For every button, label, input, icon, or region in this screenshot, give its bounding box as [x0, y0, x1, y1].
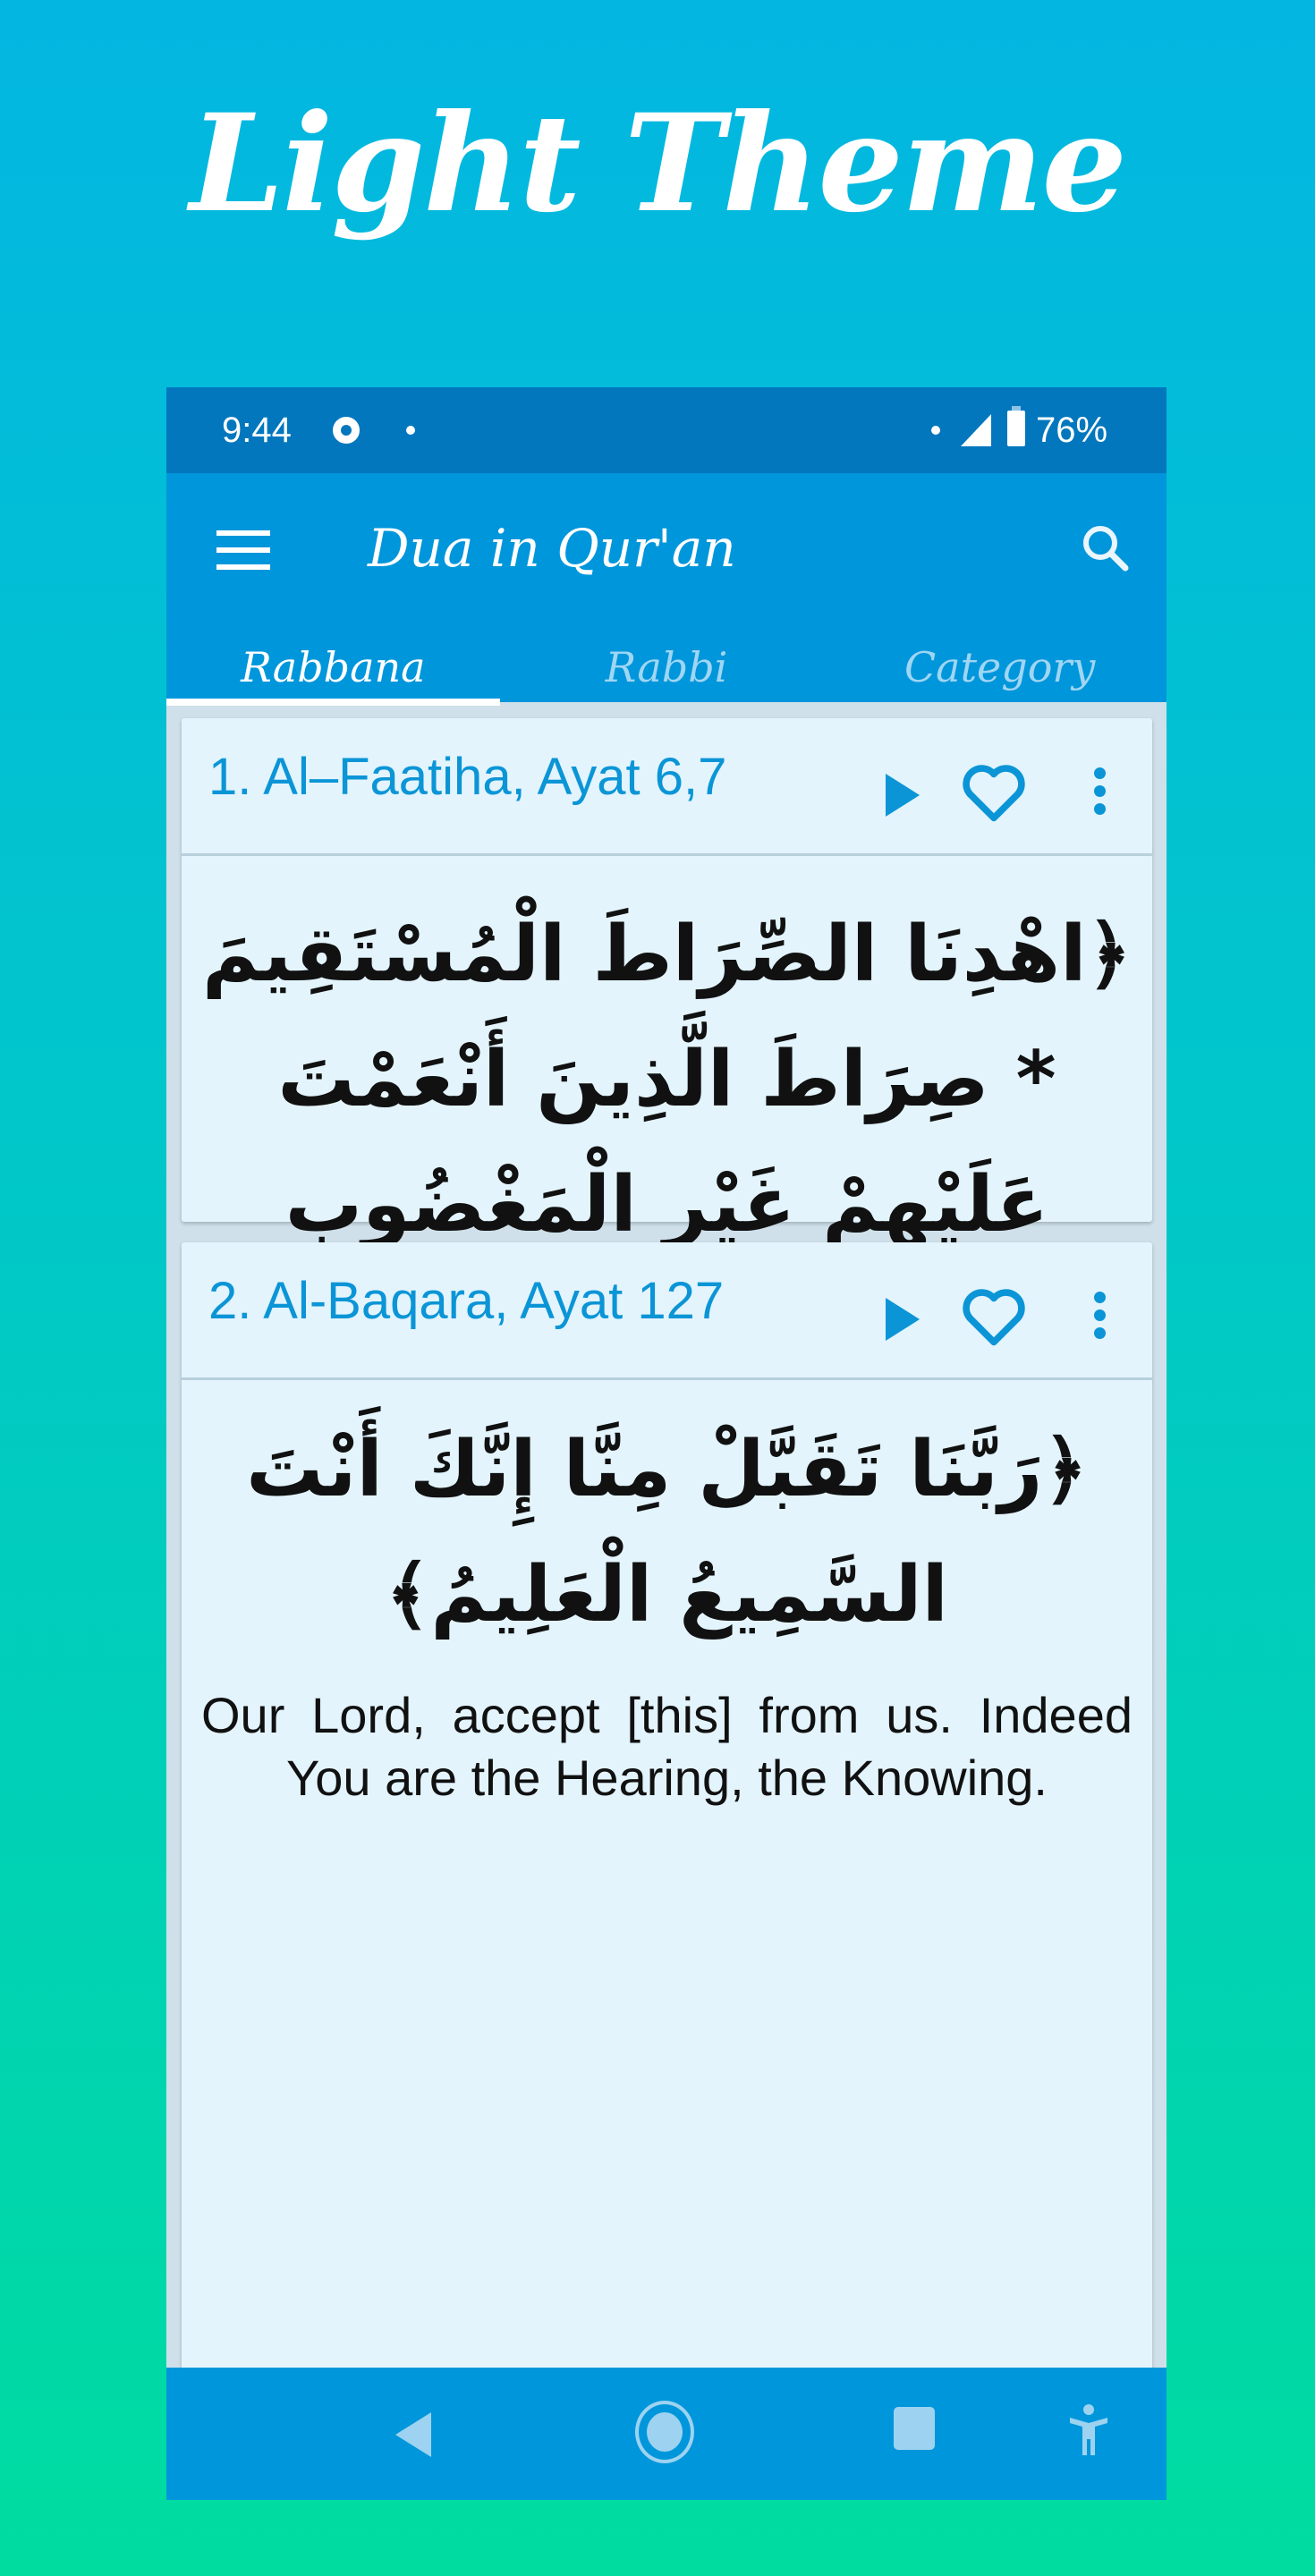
more-options-icon[interactable] [1094, 1292, 1107, 1340]
tab-bar: Rabbana Rabbi Category [166, 643, 1167, 706]
recents-icon[interactable] [894, 2407, 935, 2450]
tab-rabbana[interactable]: Rabbana [166, 643, 500, 706]
dua-card: 2. Al-Baqara, Ayat 127 ﴿رَبَّنَا تَقَبَّ… [182, 1242, 1152, 2396]
heart-outline-icon[interactable] [960, 1285, 1028, 1348]
heart-outline-icon[interactable] [960, 761, 1028, 824]
tab-rabbi[interactable]: Rabbi [500, 643, 834, 702]
app-bar: Dua in Qur'an Rabbana Rabbi Category [166, 473, 1167, 706]
promo-headline: Light Theme [189, 85, 1127, 242]
arabic-text: ﴿رَبَّنَا تَقَبَّلْ مِنَّا إِنَّكَ أَنْت… [246, 1425, 1088, 1640]
card-title: 2. Al-Baqara, Ayat 127 [208, 1272, 725, 1330]
battery-percent: 76% [1036, 411, 1108, 450]
home-icon[interactable] [635, 2401, 694, 2463]
accessibility-icon[interactable] [1068, 2403, 1109, 2457]
dua-card: 1. Al–Faatiha, Ayat 6,7 ﴿اهْدِنَا الصِّر… [182, 718, 1152, 1729]
card-title: 1. Al–Faatiha, Ayat 6,7 [208, 748, 727, 806]
status-time: 9:44 [222, 411, 292, 450]
card-header: 1. Al–Faatiha, Ayat 6,7 [182, 718, 1152, 856]
back-icon[interactable] [395, 2412, 431, 2457]
hamburger-menu-icon[interactable] [216, 530, 270, 570]
phone-screen: 9:44 76% Dua in Qur'an Rabbana Rabbi Cat… [166, 387, 1167, 2500]
signal-icon [961, 414, 991, 446]
battery-charging-icon [1007, 406, 1025, 446]
system-nav-bar [166, 2368, 1167, 2500]
translation-text: Our Lord, accept [this] from us. Indeed … [201, 1687, 1133, 1806]
notification-dot-icon [406, 426, 415, 435]
play-icon[interactable] [886, 1298, 920, 1341]
search-icon[interactable] [1077, 520, 1134, 577]
play-icon[interactable] [886, 774, 920, 817]
notification-dot-icon [931, 426, 940, 435]
card-header: 2. Al-Baqara, Ayat 127 [182, 1242, 1152, 1380]
dua-list[interactable]: 1. Al–Faatiha, Ayat 6,7 ﴿اهْدِنَا الصِّر… [166, 702, 1167, 2396]
record-icon [333, 417, 360, 444]
more-options-icon[interactable] [1094, 767, 1107, 816]
status-bar: 9:44 76% [166, 387, 1167, 473]
app-title: Dua in Qur'an [368, 518, 736, 579]
tab-category[interactable]: Category [833, 643, 1167, 702]
